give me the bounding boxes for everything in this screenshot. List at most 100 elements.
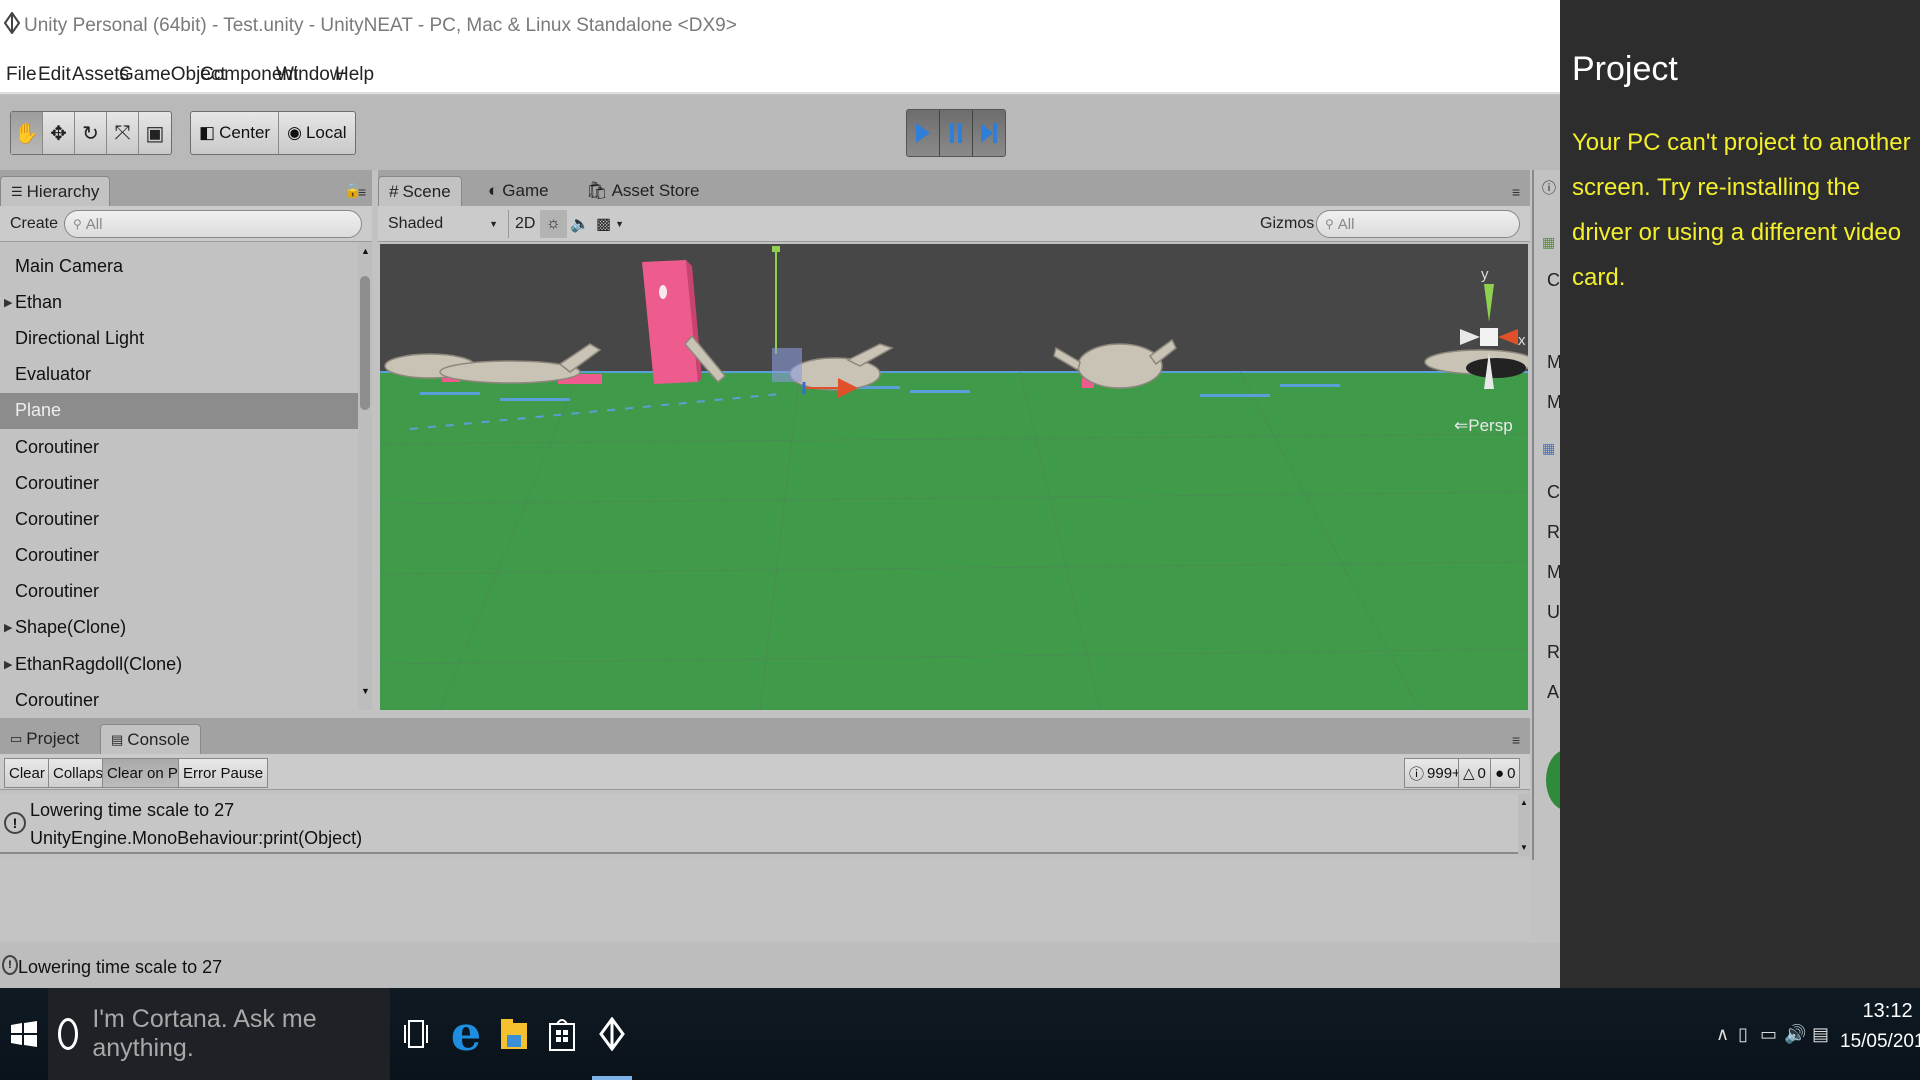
hierarchy-item[interactable]: Main Camera xyxy=(0,248,360,284)
cube-icon: ▦ xyxy=(1542,234,1556,250)
clear-label: Clear xyxy=(9,764,45,782)
cortana-icon xyxy=(58,1018,79,1050)
window-title: Unity Personal (64bit) - Test.unity - Un… xyxy=(24,15,737,36)
project-flyout-title: Project xyxy=(1572,50,1678,88)
unity-taskbar-button[interactable] xyxy=(588,1010,636,1058)
pivot-local-button[interactable]: ◉ Local xyxy=(279,112,354,154)
tab-scene[interactable]: # Scene xyxy=(378,176,462,206)
hierarchy-item[interactable]: ▶ EthanRagdoll(Clone) xyxy=(0,646,360,682)
console-toolbar: Clear Collapse Clear on Play Error Pause… xyxy=(0,754,1530,790)
scroll-up-icon[interactable]: ▲ xyxy=(1520,798,1528,807)
menu-help[interactable]: Help xyxy=(335,64,374,86)
tab-hierarchy[interactable]: ☰ Hierarchy xyxy=(0,176,111,206)
inspector-label-co: Co xyxy=(1547,270,1560,290)
file-explorer-button[interactable] xyxy=(490,1010,538,1058)
hierarchy-item-label: Coroutiner xyxy=(15,508,100,529)
hand-tool-button[interactable]: ✋ xyxy=(11,112,43,154)
tab-game-label: Game xyxy=(502,181,549,200)
tab-console[interactable]: ▤ Console xyxy=(100,724,201,754)
pause-button[interactable] xyxy=(940,110,973,156)
scene-viewport[interactable]: y x ⇐Persp xyxy=(380,244,1528,710)
windows-icon xyxy=(11,1021,37,1047)
hierarchy-item[interactable]: Evaluator xyxy=(0,357,360,393)
edge-button[interactable]: e xyxy=(442,1006,490,1062)
inspector-panel-partial: ⓘ ▦ Co Ma Me ▦ Ca Re Ma Us Re An xyxy=(1532,170,1560,860)
scene-search-placeholder: All xyxy=(1337,215,1355,233)
error-pause-button[interactable]: Error Pause xyxy=(178,758,269,788)
hierarchy-scroll-thumb[interactable] xyxy=(360,276,370,410)
rect-tool-button[interactable]: ▣ xyxy=(139,112,171,154)
task-view-button[interactable] xyxy=(392,1010,440,1058)
start-button[interactable] xyxy=(0,988,48,1080)
tab-game[interactable]: ◐ Game xyxy=(478,176,559,206)
system-clock[interactable]: 13:12 15/05/2016 xyxy=(1840,1000,1920,1053)
panel-menu-icon[interactable]: ≡ xyxy=(358,184,366,200)
hierarchy-item[interactable]: Coroutiner xyxy=(0,574,360,610)
hierarchy-scrollbar[interactable]: ▲ ▼ xyxy=(358,242,372,710)
lighting-toggle[interactable]: ☼ xyxy=(540,210,567,238)
network-icon[interactable]: ▭ xyxy=(1760,1024,1777,1045)
scale-tool-button[interactable]: ⤧ xyxy=(107,112,139,154)
step-button[interactable] xyxy=(973,110,1005,156)
expand-arrow-icon[interactable]: ▶ xyxy=(4,296,12,309)
error-count: 0 xyxy=(1507,764,1516,782)
hand-icon: ✋ xyxy=(14,122,39,145)
device-icon[interactable]: ▯ xyxy=(1738,1024,1748,1045)
scroll-down-icon[interactable]: ▼ xyxy=(1520,843,1528,852)
hierarchy-item[interactable]: Coroutiner xyxy=(0,501,360,537)
clear-button[interactable]: Clear xyxy=(4,758,50,788)
expand-arrow-icon[interactable]: ▶ xyxy=(4,658,12,671)
menu-window[interactable]: Window xyxy=(276,64,344,86)
hierarchy-search-input[interactable]: ⚲ All xyxy=(64,210,362,238)
scroll-down-icon[interactable]: ▼ xyxy=(361,686,370,696)
persp-label[interactable]: ⇐Persp xyxy=(1454,416,1513,436)
menu-bar: File Edit Assets GameObject Component Wi… xyxy=(0,56,1560,94)
scroll-up-icon[interactable]: ▲ xyxy=(361,246,370,256)
hierarchy-item[interactable]: ▶ Ethan xyxy=(0,284,360,320)
cortana-search-box[interactable]: I'm Cortana. Ask me anything. xyxy=(48,988,390,1080)
gizmo-y-label: y xyxy=(1481,266,1489,283)
hierarchy-item[interactable]: Plane xyxy=(0,392,360,429)
store-button[interactable] xyxy=(538,1010,586,1058)
log-count-toggle[interactable]: ⓘ 999+ xyxy=(1404,758,1466,788)
console-log-entry[interactable]: ! Lowering time scale to 27 UnityEngine.… xyxy=(0,794,1518,854)
toggle-2d-button[interactable]: 2D xyxy=(508,210,543,238)
expand-arrow-icon[interactable]: ▶ xyxy=(4,621,12,634)
hierarchy-item[interactable]: Coroutiner xyxy=(0,429,360,465)
scene-render xyxy=(380,244,1528,710)
notifications-icon[interactable]: ▤ xyxy=(1812,1024,1829,1045)
inspector-label-us: Us xyxy=(1547,602,1560,622)
tab-asset-store[interactable]: 🛍 Asset Store xyxy=(576,176,709,206)
effects-dropdown[interactable]: ▩ ▼ xyxy=(590,210,630,238)
clock-date: 15/05/2016 xyxy=(1840,1031,1920,1052)
rotate-tool-button[interactable]: ↻ xyxy=(75,112,107,154)
menu-edit[interactable]: Edit xyxy=(38,64,71,86)
tab-project[interactable]: ▭ Project xyxy=(0,724,89,754)
hierarchy-item-label: Coroutiner xyxy=(15,689,100,710)
hierarchy-item[interactable]: Coroutiner xyxy=(0,538,360,574)
hierarchy-item[interactable]: Coroutiner xyxy=(0,465,360,501)
space-label: Local xyxy=(305,123,347,142)
menu-file[interactable]: File xyxy=(6,64,37,86)
pivot-center-button[interactable]: ◧ Center xyxy=(191,112,280,154)
pause-icon xyxy=(950,123,962,143)
play-button[interactable] xyxy=(907,110,940,156)
grid-icon: # xyxy=(389,181,399,201)
panel-menu-icon[interactable]: ≡ xyxy=(1512,184,1520,200)
volume-icon[interactable]: 🔊 xyxy=(1784,1024,1806,1045)
error-count-toggle[interactable]: ● 0 xyxy=(1490,758,1521,788)
console-tabstrip: ▭ Project ▤ Console ≡ xyxy=(0,718,1530,754)
show-hidden-icons-chevron-icon[interactable]: ∧ xyxy=(1716,1024,1729,1045)
console-scrollbar[interactable]: ▲ ▼ xyxy=(1518,794,1530,856)
hierarchy-item[interactable]: ▶ Shape(Clone) xyxy=(0,610,360,646)
panel-menu-icon[interactable]: ≡ xyxy=(1512,732,1520,748)
unity-icon xyxy=(599,1017,625,1051)
status-bar[interactable]: ! Lowering time scale to 27 xyxy=(0,943,1560,988)
hierarchy-item[interactable]: Coroutiner xyxy=(0,682,360,710)
move-tool-button[interactable]: ✥ xyxy=(43,112,75,154)
scene-search-input[interactable]: ⚲ All xyxy=(1316,210,1520,238)
hierarchy-item-label: Plane xyxy=(15,400,62,421)
shading-mode-dropdown[interactable]: Shaded ▼ xyxy=(382,210,504,238)
warning-count-toggle[interactable]: △ 0 xyxy=(1458,758,1491,788)
hierarchy-item[interactable]: Directional Light xyxy=(0,320,360,356)
